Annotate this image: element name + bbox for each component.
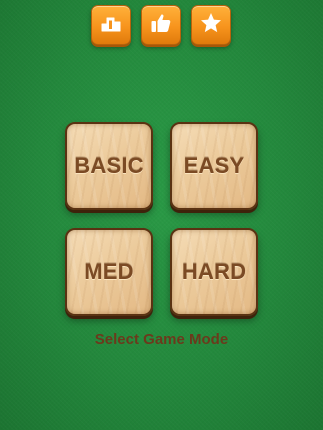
felt-background (0, 0, 323, 430)
favorite-button[interactable] (191, 5, 231, 45)
top-toolbar (0, 5, 323, 45)
mode-easy-button[interactable]: EASY (170, 122, 258, 210)
mode-basic-label: BASIC (74, 153, 144, 178)
select-mode-caption: Select Game Mode (94, 331, 229, 348)
mode-easy-label: EASY (183, 153, 245, 178)
mode-basic-button[interactable]: BASIC (65, 122, 153, 210)
star-icon (199, 11, 223, 40)
mode-med-label: MED (84, 259, 134, 284)
mode-hard-label: HARD (181, 259, 247, 284)
like-button[interactable] (141, 5, 181, 45)
leaderboard-button[interactable] (91, 5, 131, 45)
thumbs-up-icon (149, 11, 173, 40)
leaderboard-icon (99, 11, 123, 40)
mode-hard-button[interactable]: HARD (170, 228, 258, 316)
mode-med-button[interactable]: MED (65, 228, 153, 316)
